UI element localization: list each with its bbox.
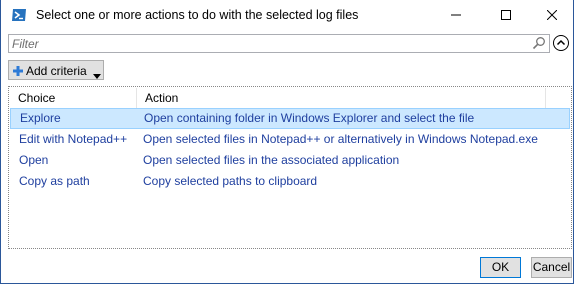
close-icon [547, 10, 557, 20]
search-icon[interactable] [532, 36, 546, 50]
list-header: Choice Action [10, 88, 570, 109]
choice-cell: Explore [20, 111, 61, 125]
close-button[interactable] [529, 0, 574, 30]
list-item[interactable]: Open Open selected files in the associat… [10, 150, 570, 171]
chevron-up-icon [553, 35, 569, 51]
list-item[interactable]: Copy as path Copy selected paths to clip… [10, 171, 570, 192]
ok-button[interactable]: OK [480, 257, 521, 278]
action-cell: Open selected files in Notepad++ or alte… [143, 132, 538, 146]
filter-box [8, 34, 550, 53]
window-title: Select one or more actions to do with th… [36, 8, 359, 22]
maximize-icon [501, 10, 511, 20]
actions-list[interactable]: Choice Action Explore Open containing fo… [8, 86, 572, 249]
add-criteria-button[interactable]: Add criteria [8, 60, 104, 80]
dialog-window: Select one or more actions to do with th… [0, 0, 574, 284]
minimize-button[interactable] [433, 0, 479, 30]
plus-icon [13, 65, 23, 76]
dropdown-arrow-icon [93, 68, 101, 79]
column-header-choice[interactable]: Choice [10, 88, 137, 108]
list-item[interactable]: Explore Open containing folder in Window… [10, 108, 570, 129]
title-bar[interactable]: Select one or more actions to do with th… [1, 0, 573, 31]
maximize-button[interactable] [483, 0, 529, 30]
action-cell: Open selected files in the associated ap… [143, 153, 400, 167]
collapse-filter-button[interactable] [552, 34, 570, 52]
choice-cell: Copy as path [19, 174, 90, 188]
choice-cell: Edit with Notepad++ [19, 132, 128, 146]
filter-input[interactable] [9, 35, 527, 52]
action-cell: Copy selected paths to clipboard [143, 174, 318, 188]
add-criteria-label: Add criteria [26, 64, 87, 78]
cancel-button[interactable]: Cancel [531, 257, 572, 278]
column-header-action[interactable]: Action [137, 88, 546, 108]
powershell-icon [11, 7, 27, 23]
choice-cell: Open [19, 153, 49, 167]
action-cell: Open containing folder in Windows Explor… [144, 111, 475, 125]
minimize-icon [451, 14, 461, 16]
list-item[interactable]: Edit with Notepad++ Open selected files … [10, 129, 570, 150]
